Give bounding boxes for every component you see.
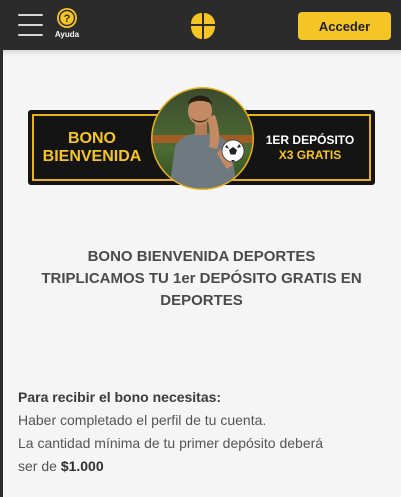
brand-logo[interactable] [188, 12, 216, 40]
login-button[interactable]: Acceder [298, 12, 391, 40]
minimum-deposit-amount: $1.000 [60, 458, 104, 474]
help-button[interactable]: ? Ayuda [52, 8, 82, 42]
help-label: Ayuda [54, 30, 80, 39]
help-icon: ? [57, 8, 77, 28]
requirement-line-3-prefix: ser de [18, 458, 61, 474]
banner-bono-label: BONO [68, 129, 116, 147]
top-navbar: ? Ayuda Acceder [0, 0, 401, 50]
banner-right-text: 1ER DEPÓSITO X3 GRATIS [251, 116, 369, 179]
hamburger-menu-icon[interactable] [18, 14, 43, 36]
promo-title-line1: BONO BIENVENIDA DEPORTES [87, 248, 316, 265]
promo-title: BONO BIENVENIDA DEPORTES TRIPLICAMOS TU … [20, 246, 383, 312]
requirements-heading: Para recibir el bono necesitas: [18, 389, 222, 405]
banner-deposit-label: 1ER DEPÓSITO [265, 132, 355, 147]
requirement-line-1: Haber completado el perfil de tu cuenta. [18, 412, 267, 428]
promo-title-line3: DEPORTES [160, 292, 243, 309]
promo-title-line2: TRIPLICAMOS TU 1er DEPÓSITO GRATIS EN [41, 270, 362, 287]
football-player-image [151, 87, 254, 190]
left-edge [0, 50, 3, 497]
requirement-line-2: La cantidad mínima de tu primer depósito… [18, 435, 324, 451]
requirement-line-3: ser de $1.000 [18, 458, 393, 474]
banner-x3-label: X3 GRATIS [278, 147, 342, 162]
svg-text:?: ? [64, 13, 71, 25]
banner-bienvenida-label: BIENVENIDA [42, 147, 142, 165]
banner-left-text: BONO BIENVENIDA [34, 116, 150, 179]
header-shadow [3, 50, 401, 56]
